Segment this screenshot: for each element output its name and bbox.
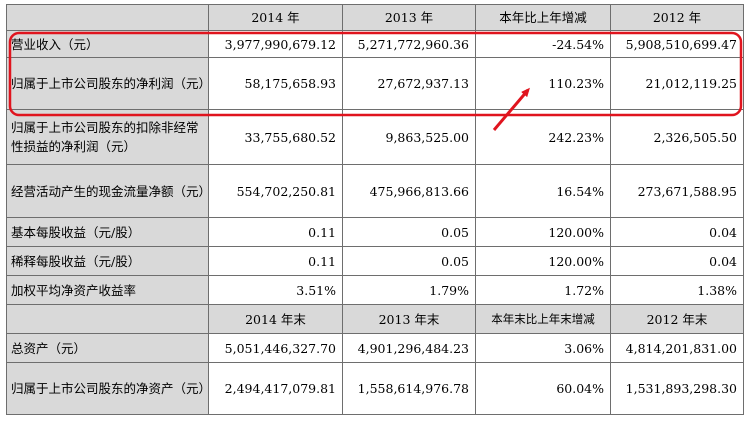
table-row-net-profit-excl: 归属于上市公司股东的扣除非经常性损益的净利润（元） 33,755,680.52 … [6, 109, 744, 165]
value-2013: 475,966,813.66 [342, 164, 476, 218]
value-2014: 33,755,680.52 [208, 109, 343, 165]
value-2013: 0.05 [342, 217, 476, 247]
value-2014: 58,175,658.93 [208, 57, 343, 110]
row-label: 营业收入（元） [6, 30, 209, 58]
table-row-operating-cashflow: 经营活动产生的现金流量净额（元） 554,702,250.81 475,966,… [6, 164, 744, 218]
value-change: 120.00% [475, 217, 611, 247]
row-label: 稀释每股收益（元/股） [6, 246, 209, 276]
header-2014-end: 2014 年末 [208, 304, 343, 334]
value-change: 1.72% [475, 275, 611, 305]
value-2014: 2,494,417,079.81 [208, 362, 343, 415]
value-2012: 21,012,119.25 [610, 57, 744, 110]
table-row-net-profit: 归属于上市公司股东的净利润（元） 58,175,658.93 27,672,93… [6, 57, 744, 110]
table-row-net-assets: 归属于上市公司股东的净资产（元） 2,494,417,079.81 1,558,… [6, 362, 744, 415]
header-corner [6, 4, 209, 31]
row-label: 总资产（元） [6, 333, 209, 363]
row-label: 基本每股收益（元/股） [6, 217, 209, 247]
value-change: 16.54% [475, 164, 611, 218]
value-change: 110.23% [475, 57, 611, 110]
value-2013: 1.79% [342, 275, 476, 305]
value-2012: 1.38% [610, 275, 744, 305]
value-2014: 0.11 [208, 246, 343, 276]
value-2012: 1,531,893,298.30 [610, 362, 744, 415]
row-label: 加权平均净资产收益率 [6, 275, 209, 305]
financial-summary-table: 2014 年 2013 年 本年比上年增减 2012 年 营业收入（元） 3,9… [6, 4, 744, 415]
row-label: 归属于上市公司股东的净利润（元） [6, 57, 209, 110]
header-row-annual: 2014 年 2013 年 本年比上年增减 2012 年 [6, 4, 744, 31]
header-2013: 2013 年 [342, 4, 476, 31]
header-row-year-end: 2014 年末 2013 年末 本年末比上年末增减 2012 年末 [6, 304, 744, 334]
value-2013: 4,901,296,484.23 [342, 333, 476, 363]
header-2012-end: 2012 年末 [610, 304, 744, 334]
table-row-roe: 加权平均净资产收益率 3.51% 1.79% 1.72% 1.38% [6, 275, 744, 305]
value-2013: 0.05 [342, 246, 476, 276]
value-2013: 1,558,614,976.78 [342, 362, 476, 415]
value-change: 242.23% [475, 109, 611, 165]
value-2014: 554,702,250.81 [208, 164, 343, 218]
value-2013: 9,863,525.00 [342, 109, 476, 165]
header-2013-end: 2013 年末 [342, 304, 476, 334]
header-2012: 2012 年 [610, 4, 744, 31]
row-label: 归属于上市公司股东的扣除非经常性损益的净利润（元） [6, 109, 209, 165]
value-change: 3.06% [475, 333, 611, 363]
table-row-basic-eps: 基本每股收益（元/股） 0.11 0.05 120.00% 0.04 [6, 217, 744, 247]
value-2012: 0.04 [610, 246, 744, 276]
table-row-revenue: 营业收入（元） 3,977,990,679.12 5,271,772,960.3… [6, 30, 744, 58]
value-2014: 0.11 [208, 217, 343, 247]
value-2012: 5,908,510,699.47 [610, 30, 744, 58]
table-row-diluted-eps: 稀释每股收益（元/股） 0.11 0.05 120.00% 0.04 [6, 246, 744, 276]
header-change-end: 本年末比上年末增减 [475, 304, 611, 334]
value-2012: 2,326,505.50 [610, 109, 744, 165]
header-corner [6, 304, 209, 334]
row-label: 归属于上市公司股东的净资产（元） [6, 362, 209, 415]
value-2013: 27,672,937.13 [342, 57, 476, 110]
header-2014: 2014 年 [208, 4, 343, 31]
value-2012: 273,671,588.95 [610, 164, 744, 218]
value-change: -24.54% [475, 30, 611, 58]
row-label: 经营活动产生的现金流量净额（元） [6, 164, 209, 218]
value-2012: 0.04 [610, 217, 744, 247]
table-row-total-assets: 总资产（元） 5,051,446,327.70 4,901,296,484.23… [6, 333, 744, 363]
value-2014: 3.51% [208, 275, 343, 305]
value-change: 60.04% [475, 362, 611, 415]
value-2013: 5,271,772,960.36 [342, 30, 476, 58]
value-2014: 5,051,446,327.70 [208, 333, 343, 363]
value-2014: 3,977,990,679.12 [208, 30, 343, 58]
value-2012: 4,814,201,831.00 [610, 333, 744, 363]
header-change: 本年比上年增减 [475, 4, 611, 31]
value-change: 120.00% [475, 246, 611, 276]
